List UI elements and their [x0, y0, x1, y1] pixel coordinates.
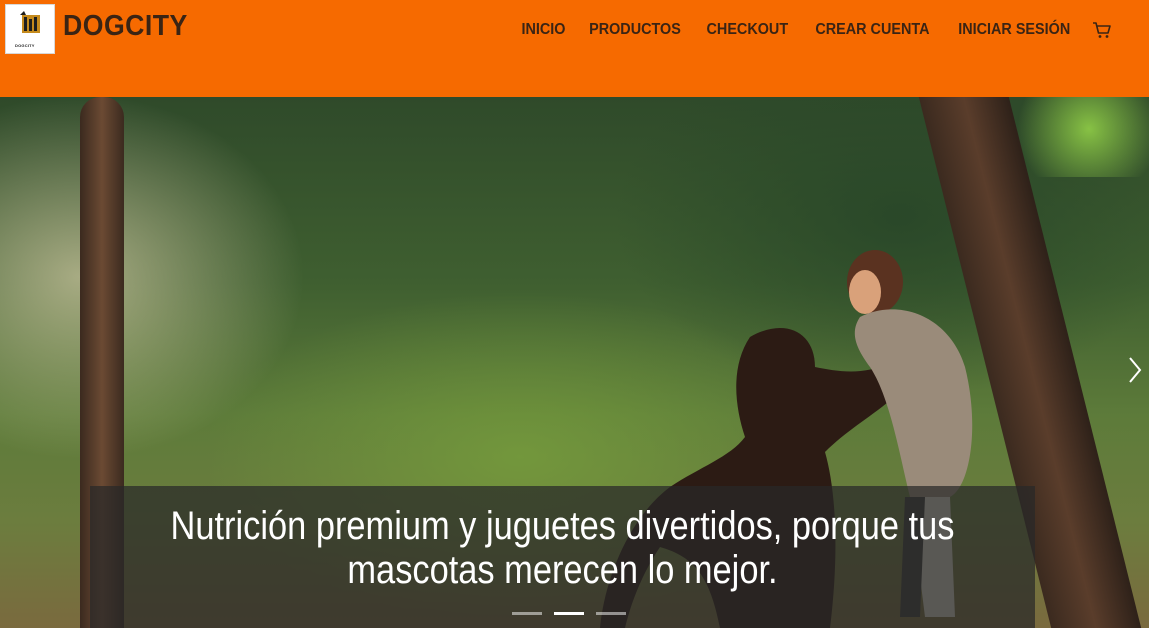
shopping-cart-icon[interactable]: [1092, 20, 1112, 40]
hero-caption-text: Nutrición premium y juguetes divertidos,…: [170, 504, 955, 592]
carousel-indicator-3[interactable]: [596, 612, 626, 615]
hero-leaves: [999, 97, 1149, 177]
nav-iniciar-sesion[interactable]: INICIAR SESIÓN: [958, 21, 1070, 39]
brand-name[interactable]: DOGCITY: [63, 10, 188, 43]
logo-text: DOGCITY: [15, 43, 35, 48]
nav-productos[interactable]: PRODUCTOS: [589, 21, 681, 39]
hero-caption: Nutrición premium y juguetes divertidos,…: [90, 486, 1035, 628]
main-nav: INICIO PRODUCTOS CHECKOUT CREAR CUENTA I…: [519, 16, 1149, 44]
nav-inicio[interactable]: INICIO: [522, 21, 566, 39]
chevron-right-icon[interactable]: [1127, 355, 1143, 385]
hero-carousel[interactable]: Nutrición premium y juguetes divertidos,…: [0, 97, 1149, 628]
nav-crear-cuenta[interactable]: CREAR CUENTA: [815, 21, 929, 39]
carousel-indicator-2[interactable]: [554, 612, 584, 615]
carousel-indicators: [512, 612, 626, 615]
dog-logo-icon: [20, 11, 40, 33]
nav-checkout[interactable]: CHECKOUT: [707, 21, 789, 39]
navbar: DOGCITY DOGCITY INICIO PRODUCTOS CHECKOU…: [0, 0, 1149, 97]
logo[interactable]: DOGCITY: [5, 4, 55, 54]
carousel-indicator-1[interactable]: [512, 612, 542, 615]
